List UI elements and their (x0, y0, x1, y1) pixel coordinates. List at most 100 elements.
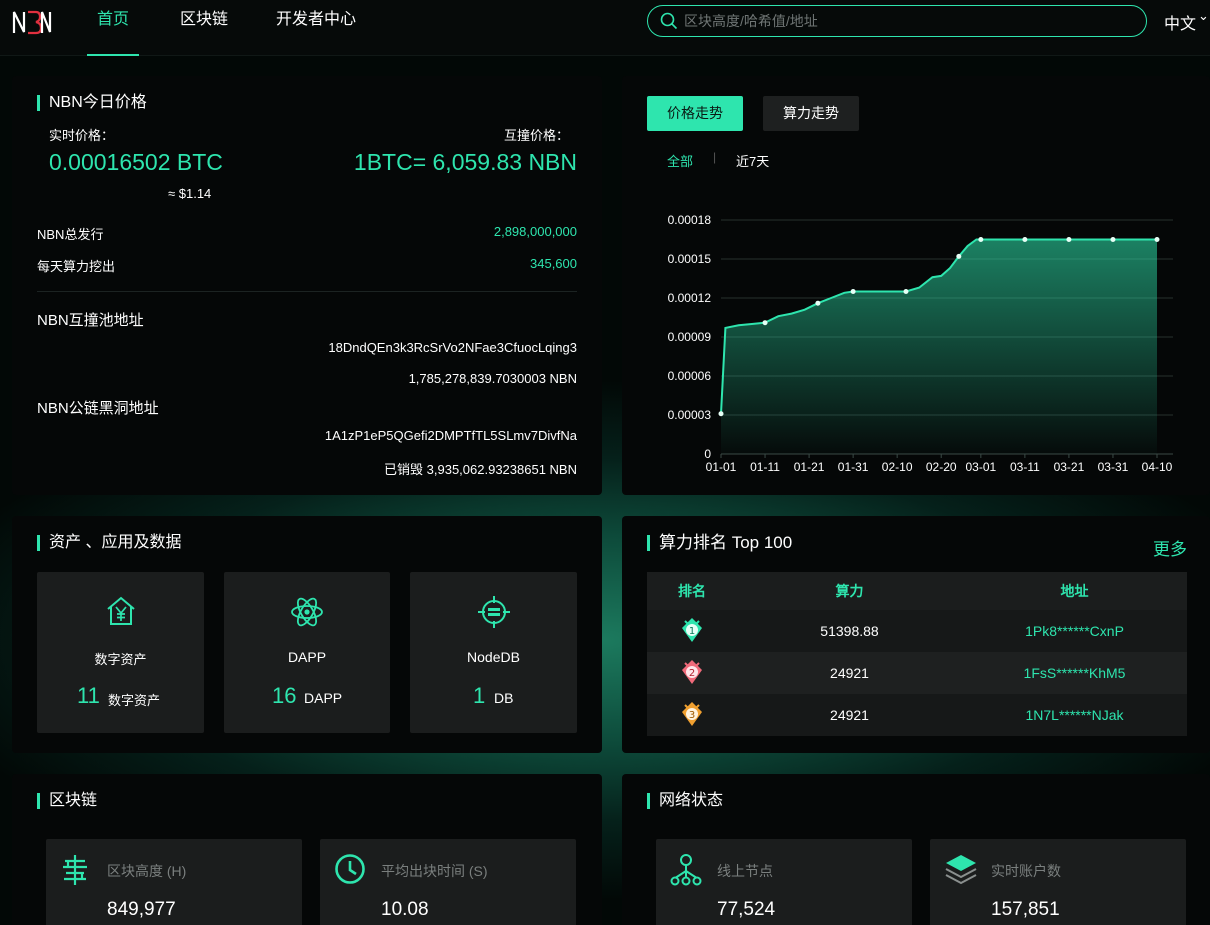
price-trend-tab[interactable]: 价格走势 (647, 96, 743, 131)
total-issuance-value: 2,898,000,000 (493, 224, 577, 239)
price-card-title: NBN今日价格 (37, 94, 147, 112)
assets-card-title: 资产 、应用及数据 (37, 534, 181, 552)
daily-mined-label: 每天算力挖出 (37, 259, 116, 274)
price-area-fill (721, 239, 1157, 454)
price-point (903, 289, 909, 294)
network-card: 网络状态 线上节点 77,524 实时账户数 157,851 (622, 774, 1210, 925)
live-accounts-label: 实时账户数 (991, 863, 1061, 879)
online-nodes-value: 77,524 (717, 899, 776, 920)
nodedb-count: 1 (473, 683, 486, 708)
nav-tab-home[interactable]: 首页 (87, 0, 139, 56)
y-tick-label: 0.00009 (668, 330, 712, 344)
range-separator: | (713, 150, 717, 164)
digital-assets-tile[interactable]: 数字资产 11 数字资产 (37, 572, 204, 733)
rank-number: 3 (689, 710, 695, 721)
top-nav: 首页 区块链 开发者中心 中文 ⌄ (0, 0, 1210, 56)
x-tick-label: 03-21 (1054, 460, 1085, 474)
usd-price-value: ≈ $1.14 (168, 186, 212, 201)
block-height-stat: 区块高度 (H) 849,977 (46, 839, 302, 925)
exchange-price-label: 互撞价格： (503, 128, 569, 143)
dapp-tile[interactable]: DAPP 16 DAPP (224, 572, 390, 733)
pool-address[interactable]: 18DndQEn3k3RcSrVo2NFae3CfuocLqing3 (328, 340, 577, 355)
digital-assets-unit: 数字资产 (108, 693, 161, 708)
nav-tab-blockchain[interactable]: 区块链 (177, 0, 231, 56)
rank-number: 2 (689, 668, 695, 679)
nav-tab-developer[interactable]: 开发者中心 (275, 0, 357, 56)
x-tick-label: 01-01 (706, 460, 737, 474)
pool-amount: 1,785,278,839.7030003 NBN (408, 371, 577, 386)
address-cell[interactable]: 1FsS******KhM5 (962, 652, 1187, 694)
live-accounts-value: 157,851 (991, 899, 1060, 920)
clock-icon (335, 854, 365, 884)
y-tick-label: 0.00003 (668, 408, 712, 422)
rank-cell: 2 (647, 652, 737, 694)
nbn-logo[interactable] (12, 8, 52, 36)
assets-card: 资产 、应用及数据 数字资产 11 数字资产 DAPP 16 DAPP Node… (12, 516, 602, 753)
nodedb-label: NodeDB (467, 649, 520, 665)
table-row: 3 24921 1N7L******NJak (647, 694, 1187, 736)
price-point (762, 320, 768, 326)
range-7d-filter[interactable]: 近7天 (736, 151, 769, 170)
y-tick-label: 0.00012 (668, 291, 712, 305)
x-tick-label: 02-20 (926, 460, 957, 474)
more-link[interactable]: 更多 (1153, 535, 1187, 560)
rank-cell: 1 (647, 610, 737, 652)
price-point (1110, 237, 1116, 242)
digital-assets-count: 11 (77, 683, 100, 708)
avg-block-time-stat: 平均出块时间 (S) 10.08 (320, 839, 576, 925)
burned-amount: 已销毁 3,935,062.93238651 NBN (384, 462, 577, 477)
block-height-label: 区块高度 (H) (107, 863, 187, 879)
block-chain-icon (63, 855, 87, 885)
address-cell[interactable]: 1N7L******NJak (962, 694, 1187, 736)
table-row: 1 51398.88 1Pk8******CxnP (647, 610, 1187, 652)
rank-medal-icon: 2 (682, 659, 702, 684)
x-tick-label: 01-21 (794, 460, 825, 474)
hashrate-cell: 24921 (737, 694, 962, 736)
rank-number: 1 (689, 626, 695, 637)
digital-assets-label: 数字资产 (94, 652, 147, 667)
layers-icon (945, 855, 977, 885)
chevron-down-icon: ⌄ (1198, 8, 1209, 23)
column-header-rank: 排名 (647, 572, 737, 610)
search-box (647, 5, 1147, 37)
search-icon[interactable] (660, 12, 678, 30)
ranking-card: 算力排名 Top 100 更多 排名 算力 地址 1 51398.88 1Pk8… (622, 516, 1210, 753)
crosshair-icon (477, 596, 510, 628)
divider (37, 291, 577, 292)
online-nodes-stat: 线上节点 77,524 (656, 839, 912, 925)
exchange-price-value: 1BTC= 6,059.83 NBN (353, 149, 577, 175)
avg-block-time-label: 平均出块时间 (S) (381, 863, 488, 879)
ranking-table: 排名 算力 地址 1 51398.88 1Pk8******CxnP 2 249… (647, 572, 1187, 736)
hashrate-trend-tab[interactable]: 算力走势 (763, 96, 859, 131)
search-input[interactable] (684, 10, 1124, 32)
x-tick-label: 02-10 (882, 460, 913, 474)
price-point (850, 289, 856, 294)
chart-card: 价格走势 算力走势 全部 | 近7天 0 0.00003 0.00006 0.0000… (622, 76, 1210, 495)
atom-icon (291, 597, 323, 627)
y-tick-label: 0.00015 (668, 252, 712, 266)
yen-house-icon (106, 596, 135, 625)
x-tick-label: 03-01 (965, 460, 996, 474)
live-accounts-stat: 实时账户数 157,851 (930, 839, 1186, 925)
range-all-filter[interactable]: 全部 (667, 151, 693, 170)
x-tick-label: 01-11 (750, 460, 780, 474)
dapp-label: DAPP (287, 649, 327, 665)
nodedb-unit: DB (494, 690, 514, 706)
price-point (1066, 237, 1072, 242)
nodedb-tile[interactable]: NodeDB 1 DB (410, 572, 577, 733)
language-label: 中文 (1164, 16, 1197, 33)
online-nodes-label: 线上节点 (717, 863, 773, 879)
language-selector[interactable]: 中文 ⌄ (1164, 8, 1209, 34)
blackhole-address-title: NBN公链黑洞地址 (37, 400, 159, 417)
avg-block-time-value: 10.08 (381, 899, 429, 920)
price-card: NBN今日价格 实时价格： 0.00016502 BTC ≈ $1.14 互撞价… (12, 76, 602, 495)
dapp-unit: DAPP (304, 690, 343, 706)
blockchain-card: 区块链 区块高度 (H) 849,977 平均出块时间 (S) 10.08 (12, 774, 602, 925)
price-point (1154, 237, 1160, 242)
hashrate-cell: 51398.88 (737, 610, 962, 652)
x-tick-label: 03-31 (1098, 460, 1129, 474)
price-point (815, 300, 821, 306)
address-cell[interactable]: 1Pk8******CxnP (962, 610, 1187, 652)
price-point (718, 411, 724, 417)
blackhole-address[interactable]: 1A1zP1eP5QGefi2DMPTfTL5SLmv7DivfNa (325, 428, 577, 443)
